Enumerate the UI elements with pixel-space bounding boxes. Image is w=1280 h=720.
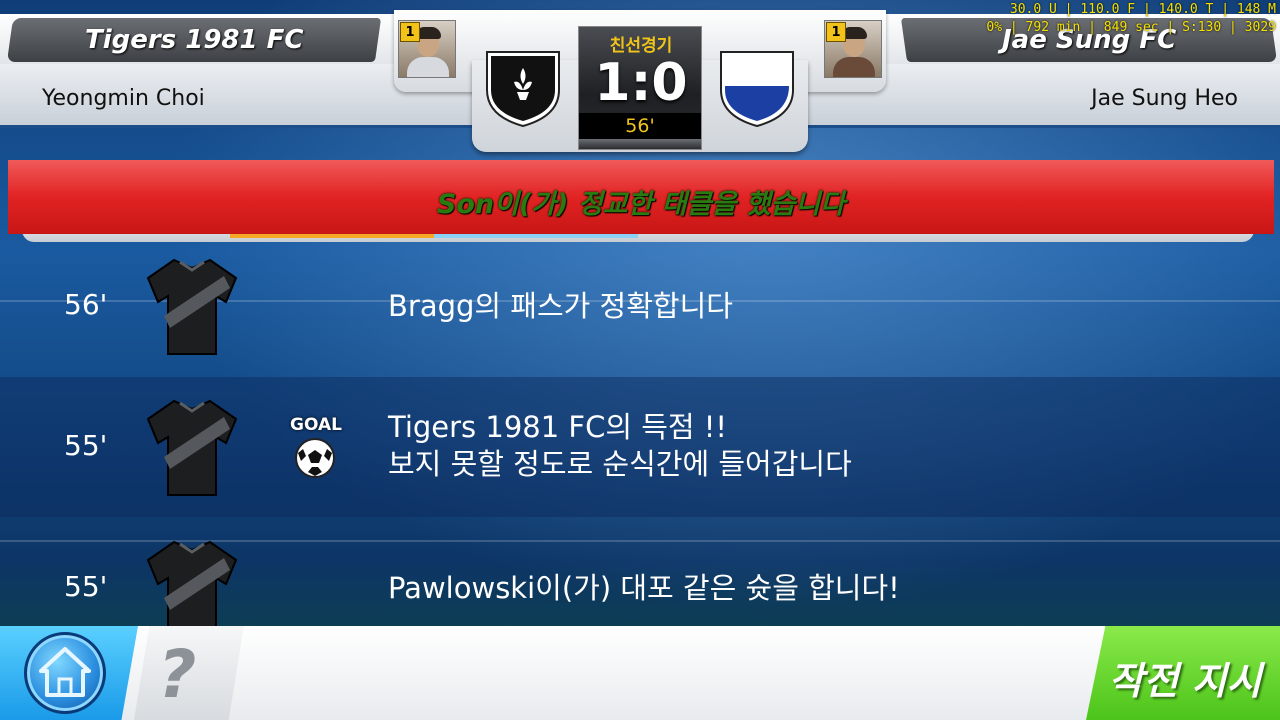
- blue-white-crest-icon: [720, 51, 794, 128]
- event-minute: 56': [64, 288, 108, 321]
- event-row: 56' Bragg의 패스가 정확합니다: [0, 236, 1280, 376]
- tactics-button-label[interactable]: 작전 지시: [1100, 650, 1270, 705]
- home-team-name: Tigers 1981 FC: [84, 25, 304, 55]
- home-team-tab: Tigers 1981 FC: [6, 18, 382, 62]
- soccer-ball-icon: [295, 438, 335, 478]
- event-text: Pawlowski이(가) 대포 같은 슛을 합니다!: [388, 571, 900, 605]
- home-button[interactable]: [24, 632, 106, 714]
- event-row: 55' GOAL Tigers 1981 FC의 득점 !! 보지 못할 정도로…: [0, 377, 1280, 517]
- event-text: Bragg의 패스가 정확합니다: [388, 289, 733, 323]
- away-manager-level: 1: [826, 22, 846, 42]
- event-text-line2: 보지 못할 정도로 순식간에 들어갑니다: [388, 447, 852, 481]
- event-minute: 55': [64, 429, 108, 462]
- event-text: Tigers 1981 FC의 득점 !! 보지 못할 정도로 순식간에 들어갑…: [388, 409, 852, 483]
- event-text-line1: Tigers 1981 FC의 득점 !!: [388, 410, 728, 444]
- home-manager-name: Yeongmin Choi: [42, 86, 205, 111]
- jersey-icon: [146, 258, 238, 355]
- jersey-icon: [146, 399, 238, 496]
- scoreboard: 친선경기 1:0 56': [578, 26, 702, 150]
- goal-badge: GOAL: [284, 415, 348, 479]
- away-manager-name: Jae Sung Heo: [1091, 86, 1238, 111]
- home-manager-level: 1: [400, 22, 420, 42]
- debug-stats-line1: 30.0 U | 110.0 F | 140.0 T | 148 M: [1009, 2, 1276, 17]
- goal-label: GOAL: [290, 415, 342, 435]
- fleur-de-lis-crest-icon: [486, 51, 560, 128]
- question-icon[interactable]: ?: [158, 636, 196, 713]
- home-icon: [39, 647, 91, 697]
- event-banner: Son이(가) 정교한 태클을 했습니다: [8, 160, 1274, 234]
- debug-stats-line2: 0% | 792 min | 849 sec | S:130 | 3029: [986, 20, 1276, 35]
- match-score: 1:0: [594, 53, 688, 113]
- event-minute: 55': [64, 570, 108, 603]
- event-banner-text: Son이(가) 정교한 태클을 했습니다: [436, 189, 846, 220]
- match-minute: 56': [579, 113, 701, 139]
- jersey-icon: [146, 540, 238, 637]
